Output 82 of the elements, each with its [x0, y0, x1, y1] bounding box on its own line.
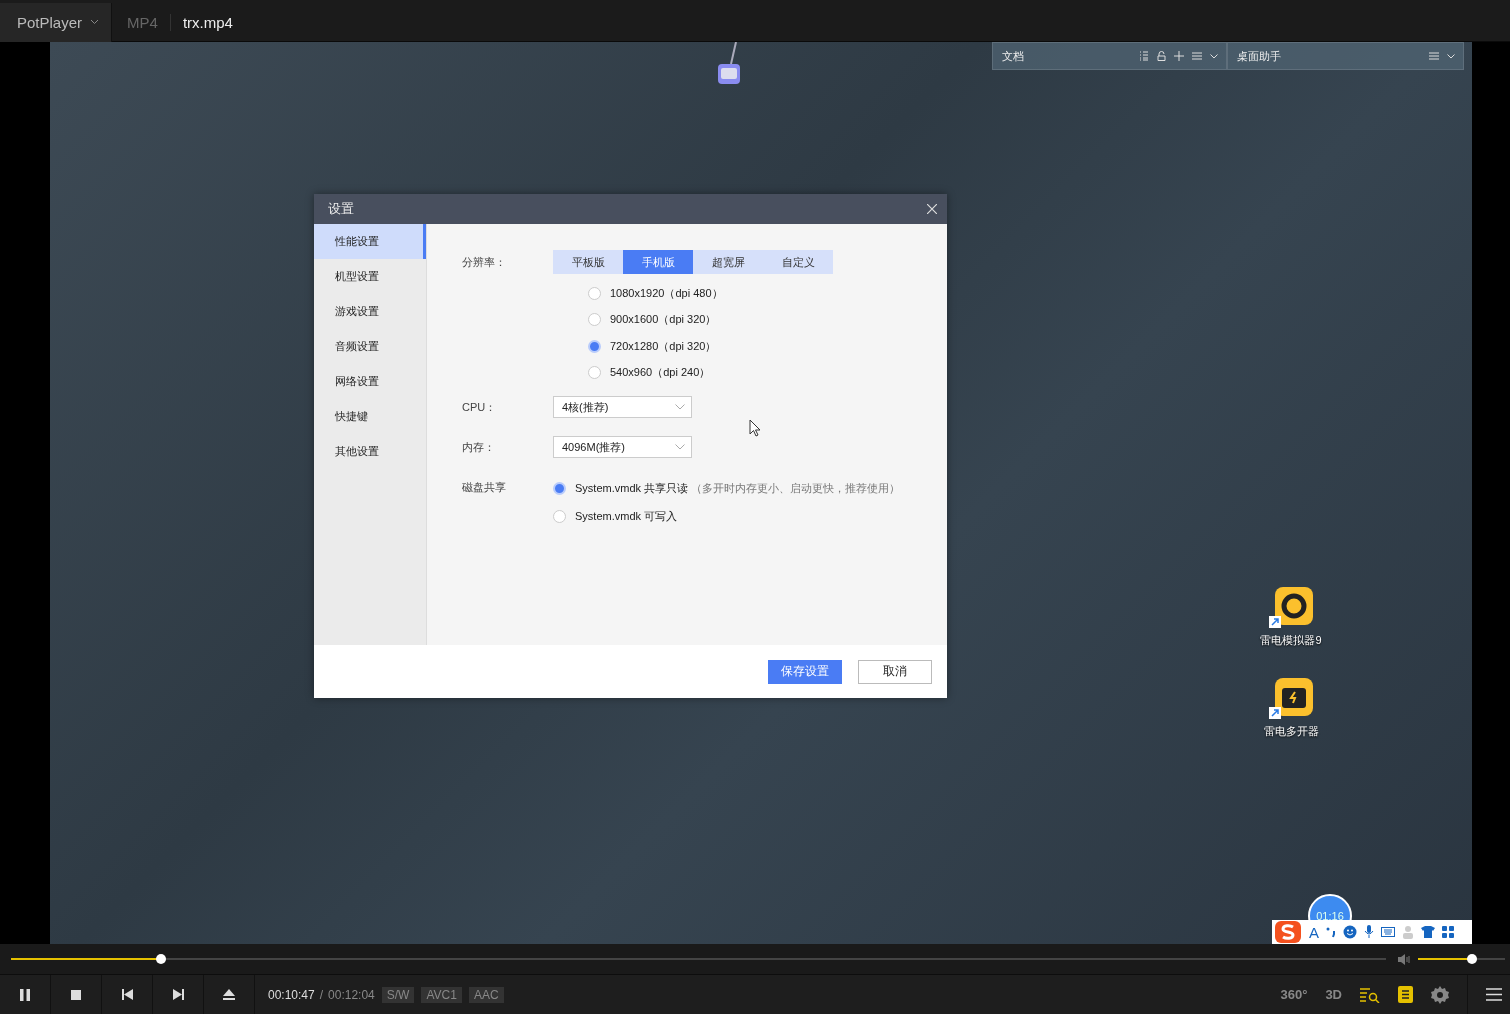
widget-title: 文档 — [1002, 48, 1024, 64]
menu-icon[interactable] — [1486, 988, 1502, 1001]
mouse-cursor-icon — [749, 419, 761, 437]
shirt-icon[interactable] — [1421, 926, 1435, 938]
radio-label: 1080x1920（dpi 480） — [610, 285, 723, 301]
memory-dropdown[interactable]: 4096M(推荐) — [553, 436, 692, 458]
lock-icon[interactable] — [1157, 51, 1166, 61]
disk-share-label: 磁盘共享 — [462, 480, 507, 495]
grid-icon[interactable] — [1442, 926, 1454, 938]
total-duration: 00:12:04 — [328, 987, 375, 1002]
tab[interactable]: 平板版 — [553, 250, 623, 274]
radio-label: 900x1600（dpi 320） — [610, 312, 717, 328]
radio-button[interactable] — [588, 366, 601, 380]
stop-icon — [71, 989, 81, 1000]
note-icon[interactable] — [1398, 986, 1413, 1003]
sidebar-item[interactable]: 机型设置 — [314, 259, 426, 294]
smiley-icon[interactable] — [1343, 925, 1357, 939]
punctuation-icon[interactable] — [1326, 926, 1336, 938]
desktop-icon-label: 雷电多开器 — [1263, 724, 1319, 739]
skip-forward-icon — [172, 989, 184, 1000]
widget-title: 桌面助手 — [1237, 48, 1281, 64]
seek-thumb[interactable] — [155, 954, 166, 964]
file-name: trx.mp4 — [182, 13, 233, 31]
desktop-icon-label: 雷电模拟器9 — [1260, 633, 1322, 648]
radio-button[interactable] — [588, 339, 601, 353]
volume-icon[interactable] — [1398, 953, 1412, 965]
pause-icon — [20, 988, 30, 1001]
plus-icon[interactable] — [1174, 51, 1184, 61]
list-icon[interactable] — [1139, 51, 1149, 61]
cpu-dropdown[interactable]: 4核(推荐) — [553, 396, 692, 418]
skip-back-icon — [121, 989, 133, 1000]
radio-button[interactable] — [588, 286, 601, 300]
sidebar-item[interactable]: 网络设置 — [314, 364, 426, 399]
multi-window-app-icon[interactable] — [1269, 678, 1313, 720]
dialog-title: 设置 — [328, 200, 354, 218]
s-logo-icon[interactable] — [1274, 920, 1302, 944]
chevron-down-icon — [90, 19, 100, 25]
sidebar-item[interactable]: 音频设置 — [314, 329, 426, 364]
close-button[interactable] — [927, 204, 937, 214]
cpu-label: CPU： — [462, 399, 498, 415]
chevron-down-icon — [675, 444, 685, 450]
volume-thumb[interactable] — [1466, 954, 1477, 964]
cancel-button[interactable]: 取消 — [858, 659, 932, 684]
resolution-label: 分辨率： — [462, 254, 507, 270]
chevron-down-icon — [675, 404, 685, 410]
radio-note: （多开时内存更小、启动更快，推荐使用） — [691, 480, 901, 496]
tab[interactable]: 手机版 — [623, 250, 693, 274]
close-icon — [927, 204, 937, 214]
ime-mode-letter[interactable]: A — [1309, 923, 1319, 941]
tab[interactable]: 超宽屏 — [693, 250, 763, 274]
tv-sticker-icon — [716, 42, 742, 86]
radio-button[interactable] — [553, 509, 566, 523]
radio-label: 720x1280（dpi 320） — [610, 338, 717, 354]
memory-label: 内存： — [462, 439, 496, 455]
keyboard-icon[interactable] — [1381, 927, 1395, 937]
time-separator: / — [319, 987, 324, 1002]
codec-tag[interactable]: AVC1 — [421, 986, 462, 1003]
codec-tag[interactable]: S/W — [381, 986, 415, 1003]
360-view-button[interactable]: 360° — [1280, 987, 1308, 1002]
sidebar-item[interactable]: 其他设置 — [314, 434, 426, 469]
3d-button[interactable]: 3D — [1325, 987, 1342, 1002]
sidebar-item[interactable]: 游戏设置 — [314, 294, 426, 329]
settings-icon[interactable] — [1431, 985, 1449, 1004]
sidebar-item[interactable]: 性能设置 — [314, 224, 426, 259]
sidebar-item[interactable]: 快捷键 — [314, 399, 426, 434]
save-button[interactable]: 保存设置 — [768, 659, 842, 684]
codec-tag[interactable]: AAC — [468, 986, 504, 1003]
radio-label: 540x960（dpi 240） — [610, 365, 711, 381]
eject-icon — [223, 989, 235, 1000]
tab[interactable]: 自定义 — [763, 250, 833, 274]
app-menu-button[interactable]: PotPlayer — [0, 2, 113, 42]
current-time: 00:10:47 — [268, 987, 315, 1002]
chevron-down-icon[interactable] — [1447, 53, 1455, 59]
radio-button[interactable] — [588, 313, 601, 327]
format-label: MP4 — [127, 13, 171, 31]
radio-label: System.vmdk 可写入 — [575, 508, 678, 524]
radio-label: System.vmdk 共享只读 — [575, 480, 689, 496]
microphone-icon[interactable] — [1364, 925, 1374, 939]
radio-button[interactable] — [553, 481, 566, 495]
playlist-search-icon[interactable] — [1360, 986, 1380, 1003]
chevron-down-icon[interactable] — [1210, 53, 1218, 59]
emulator-app-icon[interactable] — [1269, 587, 1313, 629]
